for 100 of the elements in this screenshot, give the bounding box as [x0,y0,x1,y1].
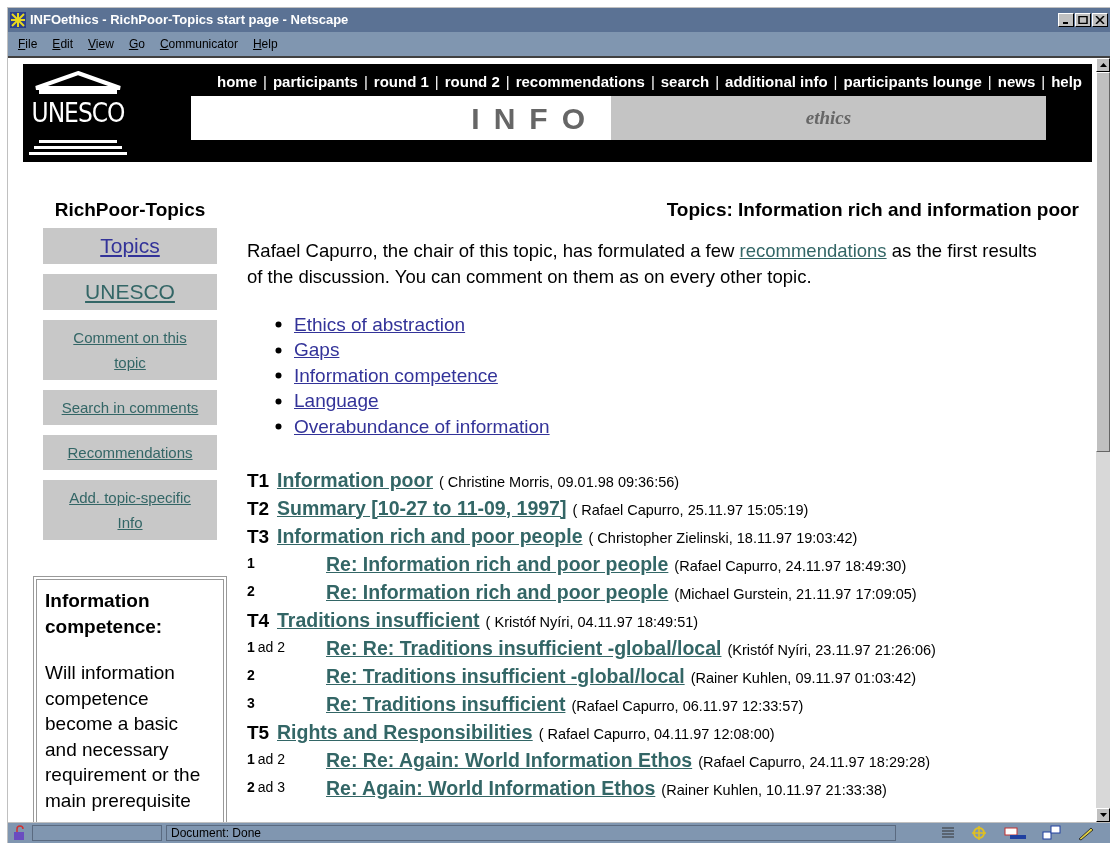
reply-number: 2 [247,665,255,685]
close-icon [1095,16,1105,24]
sidebar-link[interactable]: UNESCO [43,274,217,310]
reply-link[interactable]: Re: Re: Traditions insufficient -global/local [326,633,722,663]
nav-separator: | [505,71,510,92]
recommendations-link[interactable]: recommendations [739,240,887,261]
nav-link[interactable]: round 2 [444,70,500,94]
info-title: Information competence: [45,589,164,639]
reply-reference: ad 3 [257,777,286,797]
reply-number: 1 [247,637,255,657]
bullet-icon [275,423,282,431]
banner-subtitle: ethics [805,105,852,130]
reply-meta: (Rainer Kuhlen, 10.11.97 21:33:38) [661,780,887,800]
page-title: Topics: Information rich and information poor [666,198,1079,222]
menu-item[interactable]: Help [252,35,278,53]
nav-separator: | [987,71,992,92]
nav-separator: | [833,71,838,92]
reply-link[interactable]: Re: Information rich and poor people [326,577,669,607]
status-text: Document: Done [166,825,896,841]
chat-icon [1042,825,1062,841]
nav-link[interactable]: participants [272,70,358,94]
steps-icon [29,138,127,156]
reply-reference: ad 2 [257,637,286,657]
thread-meta: ( Rafael Capurro, 04.11.97 12:08:00) [538,724,775,744]
reply-meta: (Kristóf Nyíri, 23.11.97 21:26:06) [727,640,936,660]
reply-meta: (Michael Gurstein, 21.11.97 17:09:05) [674,584,917,604]
intro-paragraph: Rafael Capurro, the chair of this topic, has formulated a few recommendations as the first results of the discussion. You can comment on them as on every other topic. [247,239,1038,289]
sidebar-link[interactable]: Comment on this topic [43,320,217,380]
thread-link[interactable]: Traditions insufficient [277,605,480,635]
reply-meta: (Rafael Capurro, 06.11.97 12:33:57) [571,696,804,716]
mail-tray-icon [1004,825,1028,841]
reply-reference: ad 2 [257,749,286,769]
info-text: Will information competence become a basic and necessary requirement or the main prerequisite [45,661,202,813]
reply-number: 2 [247,581,255,601]
thread-link[interactable]: Rights and Responsibilities [277,717,533,747]
reply-number: 3 [247,693,255,713]
reply-link[interactable]: Re: Traditions insufficient [326,689,566,719]
maximize-icon [1078,16,1088,24]
reply-link[interactable]: Re: Re: Again: World Information Ethos [326,745,693,775]
vertical-scrollbar[interactable] [1096,58,1110,822]
banner-word: INFO [471,100,599,137]
logo-text: UNESCO [31,97,125,130]
pencil-icon [1076,825,1096,841]
thread-meta: ( Kristóf Nyíri, 04.11.97 18:49:51) [485,612,699,632]
thread-number: T1 [247,468,271,493]
thread-link[interactable]: Summary [10-27 to 11-09, 1997] [277,493,567,523]
reply-meta: (Rainer Kuhlen, 09.11.97 01:03:42) [690,668,917,688]
reply-link[interactable]: Re: Again: World Information Ethos [326,773,656,803]
menu-item[interactable]: File [18,35,38,53]
nav-link[interactable]: round 1 [373,70,429,94]
nav-link[interactable]: participants lounge [843,70,982,94]
minimize-button[interactable] [1058,13,1074,27]
thread-meta: ( Christine Morris, 09.01.98 09:36:56) [439,472,680,492]
reply-meta: (Rafael Capurro, 24.11.97 18:49:30) [674,556,907,576]
nav-link[interactable]: additional info [725,70,828,94]
menu-item[interactable]: View [88,35,114,53]
topic-link[interactable]: Ethics of abstraction [294,310,466,339]
close-button[interactable] [1092,13,1108,27]
thread-link[interactable]: Information poor [277,465,433,495]
nav-link[interactable]: home [217,70,257,94]
scrollbar-thumb[interactable] [1096,72,1110,452]
bullet-icon [275,321,282,329]
nav-separator: | [715,71,720,92]
nav-link[interactable]: search [660,70,710,94]
sidebar-link[interactable]: Recommendations [43,435,217,470]
reply-link[interactable]: Re: Information rich and poor people [326,549,669,579]
thread-meta: ( Christopher Zielinski, 18.11.97 19:03:42) [588,528,858,548]
sidebar-link[interactable]: Topics [43,228,217,264]
window-title: INFOethics - RichPoor-Topics start page - Netscape [30,11,349,30]
nav-link[interactable]: recommendations [515,70,645,94]
list-icon [940,825,956,841]
nav-link[interactable]: help [1051,70,1082,94]
reply-number: 1 [247,553,255,573]
maximize-button[interactable] [1075,13,1091,27]
reply-number: 2 [247,777,255,797]
reply-link[interactable]: Re: Traditions insufficient -global/local [326,661,685,691]
thread-meta: ( Rafael Capurro, 25.11.97 15:05:19) [572,500,809,520]
thread-number: T4 [247,608,271,633]
sidebar-link[interactable]: Search in comments [43,390,217,425]
up-arrow-icon [1099,63,1107,67]
reply-meta: (Rafael Capurro, 24.11.97 18:29:28) [698,752,931,772]
menu-item[interactable]: Go [128,35,145,53]
thread-number: T5 [247,720,271,745]
menu-item[interactable]: Edit [52,35,74,53]
thread-number: T3 [247,524,271,549]
down-arrow-icon [1099,813,1107,817]
reply-number: 1 [247,749,255,769]
thread-number: T2 [247,496,271,521]
nav-link[interactable]: news [997,70,1036,94]
nav-separator: | [650,71,655,92]
sidebar-heading: RichPoor-Topics [54,198,206,222]
nav-separator: | [263,71,267,92]
thread-link[interactable]: Information rich and poor people [277,521,583,551]
nav-separator: | [434,71,439,92]
nav-separator: | [363,71,368,92]
sidebar-link[interactable]: Add. topic-specific Info [43,480,217,540]
bullet-icon [275,346,282,354]
bullet-icon [275,372,282,380]
bullet-icon [275,397,282,405]
menu-item[interactable]: Communicator [159,35,238,53]
